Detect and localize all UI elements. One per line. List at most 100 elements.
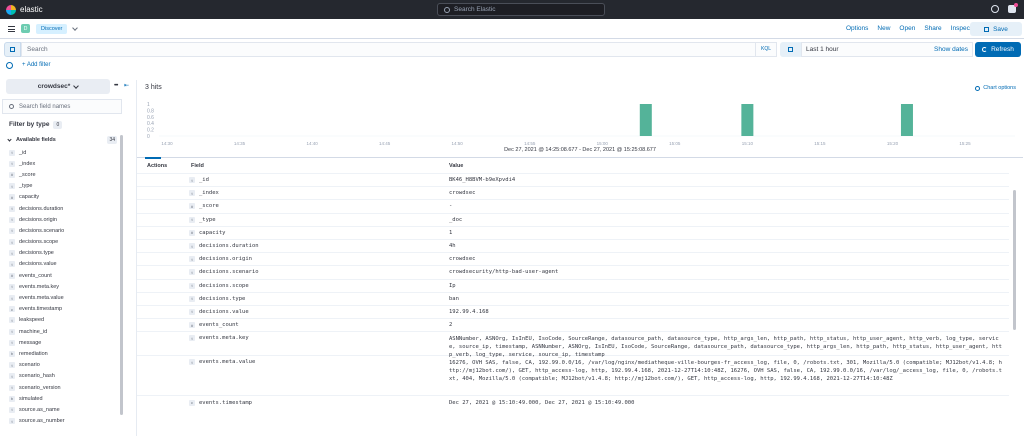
- help-icon[interactable]: [991, 5, 999, 13]
- filter-options-icon[interactable]: [6, 62, 13, 69]
- chart-options-link[interactable]: Chart options: [975, 85, 1016, 91]
- field-list-item[interactable]: # events_count: [2, 270, 119, 281]
- global-search-input[interactable]: Search Elastic: [437, 3, 605, 16]
- field-type-icon: t: [9, 205, 15, 212]
- field-type-icon: #: [9, 171, 15, 178]
- field-list-item[interactable]: t decisions.origin: [2, 214, 119, 225]
- row-value: -: [449, 203, 453, 210]
- breadcrumb-discover[interactable]: Discover: [36, 24, 68, 34]
- field-name: decisions.scope: [19, 239, 59, 246]
- quick-date-button[interactable]: [780, 42, 801, 57]
- search-input[interactable]: Search: [21, 42, 756, 57]
- menu-icon[interactable]: [8, 26, 15, 32]
- field-list-item[interactable]: t _index: [2, 158, 119, 169]
- save-button[interactable]: Save: [970, 22, 1022, 36]
- available-fields-header[interactable]: Available fields 34: [2, 135, 119, 145]
- field-name: scenario_hash: [19, 373, 55, 380]
- field-list-item[interactable]: t events.meta.value: [2, 292, 119, 303]
- inspect-link[interactable]: Inspect: [951, 25, 972, 32]
- refresh-button[interactable]: Refresh: [975, 42, 1021, 57]
- field-list-item[interactable]: t decisions.type: [2, 248, 119, 259]
- row-value: crowdsecurity/http-bad-user-agent: [449, 269, 559, 276]
- filter-bar: + Add filter: [0, 60, 1024, 72]
- field-list-item[interactable]: t _id: [2, 147, 119, 158]
- options-link[interactable]: Options: [846, 25, 868, 32]
- field-list-item[interactable]: c events.timestamp: [2, 304, 119, 315]
- chevron-down-icon[interactable]: [72, 25, 78, 31]
- elastic-logo[interactable]: elastic: [6, 4, 43, 15]
- show-dates-link[interactable]: Show dates: [934, 46, 968, 53]
- index-pattern-selector[interactable]: crowdsec*: [6, 79, 110, 94]
- field-list-item[interactable]: t leakspeed: [2, 315, 119, 326]
- field-list-item[interactable]: t decisions.scenario: [2, 225, 119, 236]
- more-options-icon[interactable]: •••: [114, 83, 118, 89]
- field-list-item[interactable]: t _type: [2, 181, 119, 192]
- field-list-item[interactable]: t scenario_version: [2, 382, 119, 393]
- results-scrollbar[interactable]: [1013, 190, 1016, 330]
- field-list-item[interactable]: # capacity: [2, 192, 119, 203]
- field-list-item[interactable]: t events.meta.key: [2, 281, 119, 292]
- saved-query-button[interactable]: [4, 42, 21, 57]
- sidebar-scrollbar[interactable]: [120, 135, 123, 415]
- search-icon: [9, 104, 14, 109]
- field-list-item[interactable]: t decisions.value: [2, 259, 119, 270]
- filter-by-type-button[interactable]: Filter by type 0: [2, 118, 122, 131]
- open-link[interactable]: Open: [899, 25, 915, 32]
- field-name: _id: [19, 149, 27, 156]
- top-nav-links: Options New Open Share Inspect: [846, 25, 981, 32]
- new-link[interactable]: New: [877, 25, 890, 32]
- y-tick-label: 0.6: [147, 115, 154, 121]
- add-filter-link[interactable]: + Add filter: [22, 62, 51, 68]
- kql-toggle[interactable]: KQL: [756, 42, 777, 57]
- share-link[interactable]: Share: [924, 25, 941, 32]
- field-column-header: Field: [191, 163, 204, 169]
- table-row: t decisions.scope Ip: [137, 278, 1009, 292]
- field-list-item[interactable]: t decisions.scope: [2, 237, 119, 248]
- field-type-icon: t: [189, 308, 195, 315]
- field-list-item[interactable]: t machine_id: [2, 326, 119, 337]
- row-field-name: decisions.value: [199, 308, 249, 315]
- field-type-icon: #: [9, 194, 15, 201]
- field-type-icon: #: [9, 272, 15, 279]
- field-search-input[interactable]: Search field names: [2, 99, 122, 114]
- row-value: _doc: [449, 216, 463, 223]
- histogram-bar[interactable]: [900, 104, 913, 136]
- row-field: t decisions.duration: [189, 243, 449, 250]
- field-list-item[interactable]: # _score: [2, 169, 119, 180]
- histogram-bar[interactable]: [639, 104, 652, 136]
- field-name: events.meta.key: [19, 283, 60, 290]
- space-avatar[interactable]: D: [21, 24, 30, 33]
- global-search-placeholder: Search Elastic: [454, 6, 496, 13]
- field-list-item[interactable]: t scenario: [2, 360, 119, 371]
- field-search-placeholder: Search field names: [19, 103, 71, 110]
- field-list-item[interactable]: t message: [2, 337, 119, 348]
- row-field-name: decisions.duration: [199, 243, 259, 250]
- field-list-item[interactable]: t source.as_number: [2, 416, 119, 427]
- row-field-name: events_count: [199, 322, 239, 329]
- search-icon: [444, 6, 450, 13]
- news-feed-icon[interactable]: [1008, 3, 1018, 13]
- x-tick-label: 15:05: [669, 141, 681, 146]
- value-column-header: Value: [449, 163, 464, 169]
- field-type-icon: t: [9, 160, 15, 167]
- field-list-item[interactable]: t scenario_hash: [2, 371, 119, 382]
- field-list-item[interactable]: t source.as_name: [2, 404, 119, 415]
- row-field: t decisions.origin: [189, 256, 449, 263]
- table-row: t _id BK46_H8BVM-b9eXpvdi4: [137, 173, 1009, 186]
- collapse-sidebar-icon[interactable]: ⇤: [124, 82, 129, 89]
- field-list-item[interactable]: b simulated: [2, 393, 119, 404]
- date-range-picker[interactable]: Last 1 hour Show dates: [801, 42, 973, 57]
- row-value: 1: [449, 229, 453, 236]
- chart-options-label: Chart options: [983, 85, 1016, 91]
- field-name: leakspeed: [19, 317, 45, 324]
- query-bar: Search KQL Last 1 hour Show dates Refres…: [0, 42, 1024, 58]
- row-field-name: decisions.origin: [199, 256, 252, 263]
- field-list-item[interactable]: b remediation: [2, 348, 119, 359]
- available-fields-count: 34: [107, 136, 117, 144]
- table-row: t events.meta.key ASNNumber, ASNOrg, IsInE…: [137, 331, 1009, 358]
- field-list-item[interactable]: t decisions.duration: [2, 203, 119, 214]
- histogram-bar[interactable]: [741, 104, 754, 136]
- elastic-logo-icon: [6, 4, 16, 15]
- y-tick-label: 0.2: [147, 128, 154, 134]
- field-type-icon: t: [9, 261, 15, 268]
